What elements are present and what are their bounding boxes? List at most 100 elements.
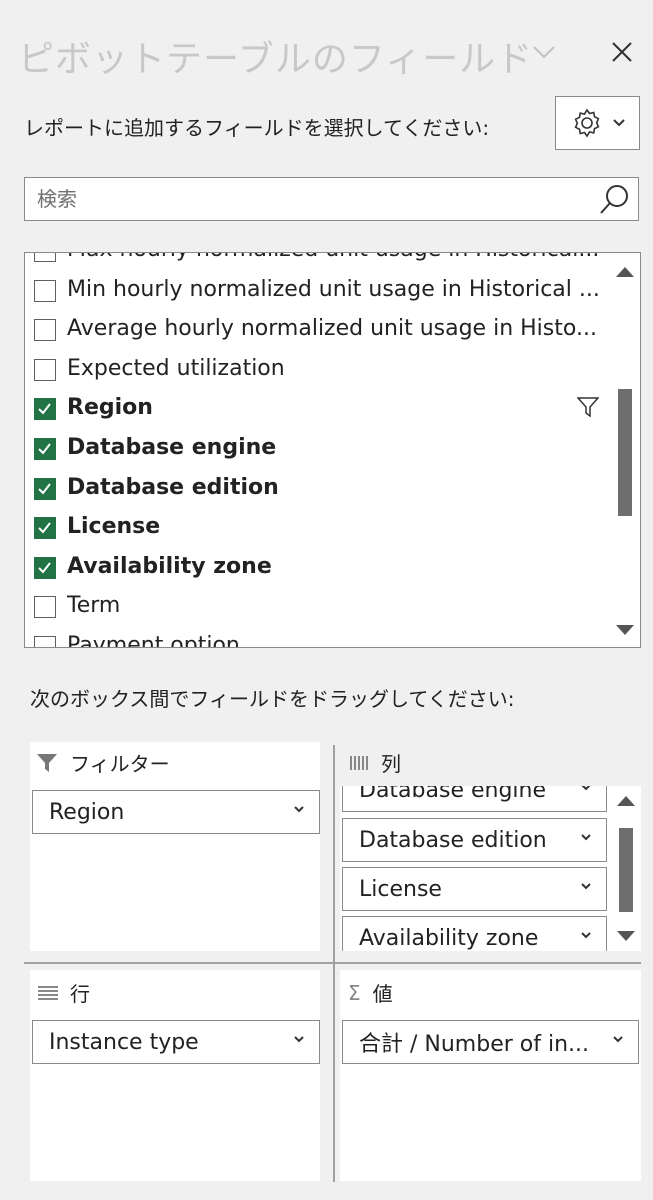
field-checkbox[interactable] [34,279,56,302]
search-icon[interactable] [598,182,632,216]
scrollbar-thumb[interactable] [618,389,632,516]
chevron-down-icon [612,119,625,127]
checkmark-icon [38,403,51,415]
field-list-item[interactable]: Database edition [25,470,607,510]
funnel-icon [37,753,57,772]
field-list-item[interactable]: Payment option [25,628,607,648]
chevron-down-icon[interactable] [293,1033,305,1045]
scroll-down-icon[interactable] [617,931,635,941]
gear-icon [574,108,599,138]
chevron-down-icon[interactable] [293,803,305,815]
field-list-item[interactable]: Min hourly normalized unit usage in Hist… [25,272,607,312]
field-list: Max hourly normalized unit usage in Hist… [24,252,641,648]
field-label: Payment option [67,632,240,648]
field-label: Average hourly normalized unit usage in … [67,316,597,342]
field-list-item[interactable]: Term [25,588,607,628]
field-checkbox-checked[interactable] [34,437,56,460]
scroll-down-icon[interactable] [616,625,634,635]
field-label: Min hourly normalized unit usage in Hist… [67,276,600,302]
values-area[interactable]: Σ 値 合計 / Number of in... [340,970,641,1181]
close-icon [612,42,632,62]
checkmark-icon [38,482,51,495]
field-list-item[interactable]: Expected utilization [25,351,607,391]
search-input[interactable] [35,178,599,220]
pane-subtitle: レポートに追加するフィールドを選択してください: [24,116,490,140]
drag-caption: 次のボックス間でフィールドをドラッグしてください: [30,687,515,711]
filters-item-label: Region [49,799,125,825]
rows-icon [38,985,58,1000]
area-divider-horizontal[interactable] [24,962,641,964]
field-label: Region [67,395,153,421]
field-list-scrollbar[interactable] [610,253,640,647]
columns-area-header: 列 [349,748,401,777]
field-list-item[interactable]: Database engine [25,430,607,470]
values-area-item[interactable]: 合計 / Number of in... [342,1020,639,1064]
field-checkbox[interactable] [34,319,56,342]
field-checkbox[interactable] [34,358,56,381]
field-label: Availability zone [67,553,272,579]
field-label: Max hourly normalized unit usage in Hist… [67,253,602,262]
columns-area[interactable]: Database engine Database edition License… [340,786,641,951]
field-label: Term [67,593,121,619]
columns-area-item[interactable]: Availability zone [342,916,607,951]
chevron-down-icon[interactable] [580,786,592,793]
rows-item-label: Instance type [49,1029,199,1055]
field-list-rows: Max hourly normalized unit usage in Hist… [25,253,607,648]
scroll-up-icon[interactable] [617,796,635,806]
values-area-label: 値 [372,982,393,1006]
chevron-down-icon[interactable] [580,929,592,941]
values-area-header: Σ 値 [348,978,393,1007]
columns-area-item[interactable]: Database edition [342,818,607,862]
tools-button[interactable] [555,96,640,150]
chevron-down-icon[interactable] [612,1033,624,1045]
pane-options-button[interactable] [524,32,564,72]
rows-area-item[interactable]: Instance type [32,1020,320,1064]
columns-item-label: License [359,876,442,902]
field-label: Expected utilization [67,355,285,381]
field-checkbox-checked[interactable] [34,477,56,500]
field-checkbox[interactable] [34,596,56,619]
checkmark-icon [38,562,51,574]
field-list-item[interactable]: Average hourly normalized unit usage in … [25,311,607,351]
search-box[interactable] [24,177,639,221]
checkmark-icon [38,443,51,455]
field-label: Database edition [67,474,279,500]
columns-item-label: Database edition [359,827,547,853]
field-label: License [67,514,161,540]
values-item-label: 合計 / Number of in... [359,1032,590,1057]
funnel-icon[interactable] [576,396,600,424]
filters-area-label: フィルター [70,752,170,776]
sigma-icon: Σ [348,980,361,1005]
columns-area-scrollbar[interactable] [612,786,641,951]
close-button[interactable] [602,32,642,72]
columns-icon [350,755,368,770]
field-checkbox-checked[interactable] [34,556,56,579]
columns-area-item[interactable]: License [342,867,607,911]
filters-area-header: フィルター [36,748,170,777]
rows-area[interactable]: 行 Instance type [30,970,320,1181]
field-checkbox-checked[interactable] [34,517,56,540]
chevron-down-icon[interactable] [580,831,592,843]
chevron-down-icon [533,46,555,59]
columns-area-item[interactable]: Database engine [342,786,607,812]
scroll-up-icon[interactable] [616,267,634,277]
rows-area-header: 行 [38,978,90,1007]
filters-area-item[interactable]: Region [32,790,320,834]
field-checkbox[interactable] [34,635,56,647]
field-label: Database engine [67,434,277,460]
rows-area-label: 行 [70,982,90,1006]
field-checkbox-checked[interactable] [34,398,56,421]
pane-title: ピボットテーブルのフィールド [18,39,534,80]
field-list-item[interactable]: Availability zone [25,549,607,589]
field-list-item[interactable]: Max hourly normalized unit usage in Hist… [25,253,607,272]
field-list-item[interactable]: License [25,509,607,549]
field-list-item[interactable]: Region [25,390,607,430]
filters-area[interactable]: フィルター Region [30,742,320,951]
columns-area-label: 列 [381,752,401,776]
checkmark-icon [38,522,51,534]
field-checkbox[interactable] [34,253,56,262]
columns-item-label: Availability zone [359,925,539,951]
columns-item-label: Database engine [359,786,546,803]
chevron-down-icon[interactable] [580,880,592,892]
scrollbar-thumb[interactable] [619,828,633,912]
